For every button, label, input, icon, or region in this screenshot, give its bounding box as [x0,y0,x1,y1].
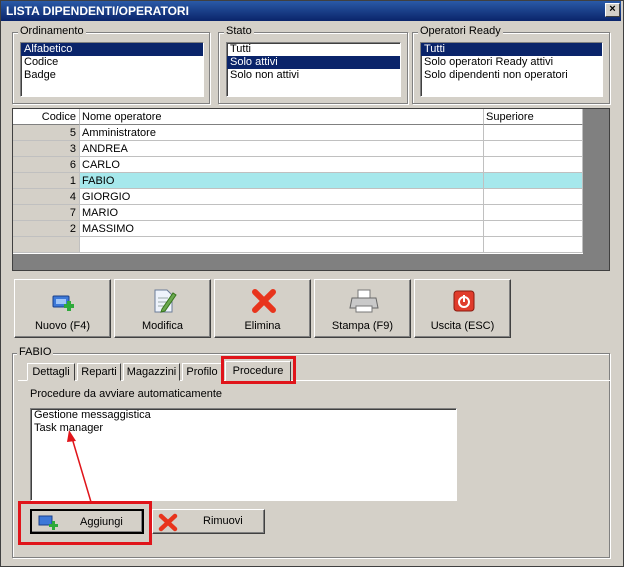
ordinamento-item[interactable]: Codice [21,56,203,69]
window-title: LISTA DIPENDENTI/OPERATORI [6,4,189,18]
stato-item[interactable]: Solo non attivi [227,69,400,82]
table-row[interactable]: 1 FABIO [13,173,583,189]
procedure-item[interactable]: Gestione messaggistica [31,409,456,422]
tab-magazzini[interactable]: Magazzini [123,363,180,381]
cell-superiore[interactable] [484,173,583,189]
nuovo-button[interactable]: Nuovo (F4) [14,279,111,338]
operatori-ready-item[interactable]: Solo operatori Ready attivi [421,56,602,69]
title-bar: LISTA DIPENDENTI/OPERATORI [1,1,621,21]
detail-label: FABIO [17,346,54,358]
procedures-label: Procedure da avviare automaticamente [30,388,222,400]
cell-nome[interactable]: MASSIMO [80,221,484,237]
highlight-aggiungi-button [18,501,152,545]
cell-superiore[interactable] [484,157,583,173]
cell-nome[interactable]: GIORGIO [80,189,484,205]
cell-nome[interactable]: CARLO [80,157,484,173]
cell-codice[interactable]: 2 [13,221,80,237]
cell-nome[interactable]: ANDREA [80,141,484,157]
grid-header: Codice Nome operatore Superiore [13,109,583,125]
edit-document-icon [154,289,177,313]
power-exit-icon [453,290,475,312]
col-header-codice[interactable]: Codice [13,109,80,125]
cell-codice[interactable]: 1 [13,173,80,189]
rimuovi-button[interactable]: Rimuovi [152,509,265,534]
cell-superiore[interactable] [484,141,583,157]
table-row[interactable]: 6 CARLO [13,157,583,173]
delete-x-icon [252,289,276,313]
uscita-label: Uscita (ESC) [430,320,495,332]
tab-reparti[interactable]: Reparti [77,363,121,381]
cell-nome[interactable]: FABIO [80,173,484,189]
operatori-ready-item[interactable]: Tutti [421,43,602,56]
rimuovi-label: Rimuovi [203,515,243,527]
tab-profilo[interactable]: Profilo [182,363,222,381]
grid-rows: 5 Amministratore 3 ANDREA 6 CARLO 1 FABIO 4 GIORG… [13,125,583,254]
printer-icon [349,289,379,313]
ordinamento-label: Ordinamento [18,25,86,37]
tab-dettagli[interactable]: Dettagli [27,363,75,381]
cell-codice[interactable] [13,237,80,253]
modifica-button[interactable]: Modifica [114,279,211,338]
cell-superiore[interactable] [484,189,583,205]
table-row[interactable]: 7 MARIO [13,205,583,221]
stato-label: Stato [224,25,254,37]
stato-item[interactable]: Solo attivi [227,56,400,69]
elimina-button[interactable]: Elimina [214,279,311,338]
cell-nome[interactable]: Amministratore [80,125,484,141]
nuovo-label: Nuovo (F4) [34,320,91,332]
cell-nome[interactable]: MARIO [80,205,484,221]
table-row[interactable] [13,237,583,253]
ordinamento-list[interactable]: Alfabetico Codice Badge [20,42,204,97]
cell-codice[interactable]: 3 [13,141,80,157]
table-row[interactable]: 5 Amministratore [13,125,583,141]
stato-list[interactable]: Tutti Solo attivi Solo non attivi [226,42,401,97]
remove-x-icon [158,513,178,532]
col-header-nome[interactable]: Nome operatore [80,109,484,125]
operatori-ready-item[interactable]: Solo dipendenti non operatori [421,69,602,82]
cell-codice[interactable]: 5 [13,125,80,141]
cell-superiore[interactable] [484,237,583,253]
close-button[interactable]: × [605,3,620,17]
cell-superiore[interactable] [484,205,583,221]
cell-superiore[interactable] [484,221,583,237]
table-row[interactable]: 4 GIORGIO [13,189,583,205]
elimina-label: Elimina [244,320,281,332]
cell-codice[interactable]: 4 [13,189,80,205]
operatori-ready-list[interactable]: Tutti Solo operatori Ready attivi Solo d… [420,42,603,97]
modifica-label: Modifica [142,320,183,332]
stampa-label: Stampa (F9) [331,320,394,332]
highlight-procedure-tab [221,356,296,384]
ordinamento-item[interactable]: Alfabetico [21,43,203,56]
annotation-arrow [67,430,92,503]
ordinamento-item[interactable]: Badge [21,69,203,82]
new-user-icon [52,295,74,311]
col-header-superiore[interactable]: Superiore [484,109,583,125]
table-row[interactable]: 2 MASSIMO [13,221,583,237]
stampa-button[interactable]: Stampa (F9) [314,279,411,338]
table-row[interactable]: 3 ANDREA [13,141,583,157]
operatori-ready-label: Operatori Ready [418,25,503,37]
cell-codice[interactable]: 6 [13,157,80,173]
cell-codice[interactable]: 7 [13,205,80,221]
cell-nome[interactable] [80,237,484,253]
stato-item[interactable]: Tutti [227,43,400,56]
uscita-button[interactable]: Uscita (ESC) [414,279,511,338]
cell-superiore[interactable] [484,125,583,141]
